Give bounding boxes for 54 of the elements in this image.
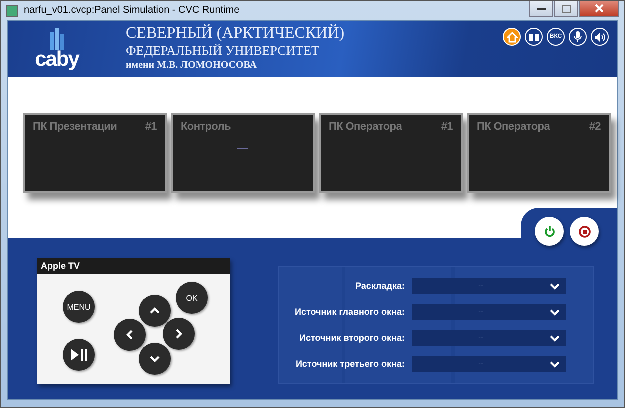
stop-icon bbox=[578, 226, 590, 238]
microphone-button[interactable] bbox=[569, 28, 587, 46]
display-name: Контроль bbox=[181, 121, 231, 133]
split-screen-icon bbox=[528, 32, 540, 42]
setting-label: Раскладка: bbox=[354, 281, 405, 291]
chevron-icon bbox=[124, 329, 136, 341]
minimize-icon bbox=[536, 6, 546, 10]
stop-button[interactable] bbox=[570, 217, 599, 246]
menu-button[interactable]: MENU bbox=[63, 291, 95, 323]
speaker-icon bbox=[594, 32, 606, 42]
power-button[interactable] bbox=[535, 217, 564, 246]
remote-title: Apple TV bbox=[37, 258, 230, 274]
speaker-button[interactable] bbox=[591, 28, 609, 46]
university-title: СЕВЕРНЫЙ (АРКТИЧЕСКИЙ) bbox=[126, 25, 345, 43]
display-number: #1 bbox=[145, 121, 157, 133]
minimize-button[interactable] bbox=[529, 1, 553, 17]
window-title: narfu_v01.cvcp:Panel Simulation - CVC Runtime bbox=[24, 5, 240, 16]
university-title: ФЕДЕРАЛЬНЫЙ УНИВЕРСИТЕТ bbox=[126, 43, 320, 59]
maximize-icon bbox=[562, 4, 570, 12]
chevron-icon bbox=[149, 353, 161, 365]
chevron-down-icon bbox=[550, 334, 560, 342]
display-tile[interactable]: ПК Оператора #2 bbox=[467, 113, 611, 193]
down-button[interactable] bbox=[139, 343, 171, 375]
display-number: #1 bbox=[441, 121, 453, 133]
display-tile[interactable]: ПК Оператора #1 bbox=[319, 113, 463, 193]
chevron-down-icon bbox=[550, 282, 560, 290]
chevron-down-icon bbox=[550, 308, 560, 316]
left-button[interactable] bbox=[114, 319, 146, 351]
close-button[interactable] bbox=[579, 1, 619, 17]
display-tile[interactable]: Контроль bbox=[171, 113, 315, 193]
chevron-icon bbox=[173, 328, 185, 340]
up-button[interactable] bbox=[139, 295, 171, 327]
setting-label: Источник третьего окна: bbox=[294, 359, 405, 369]
university-title: имени М.В. ЛОМОНОСОВА bbox=[126, 59, 258, 73]
display-name: ПК Оператора bbox=[477, 121, 550, 133]
microphone-icon bbox=[573, 31, 583, 43]
right-button[interactable] bbox=[163, 318, 195, 350]
power-icon bbox=[544, 226, 556, 238]
chevron-down-icon bbox=[550, 360, 560, 368]
logo-text: caby bbox=[35, 50, 79, 70]
home-button[interactable] bbox=[503, 28, 521, 46]
display-tile[interactable]: ПК Презентации #1 bbox=[23, 113, 167, 193]
close-icon bbox=[594, 4, 604, 13]
maximize-button[interactable] bbox=[554, 1, 578, 17]
display-name: ПК Оператора bbox=[329, 121, 402, 133]
play-pause-icon bbox=[71, 349, 87, 361]
presentation-button[interactable] bbox=[525, 28, 543, 46]
ok-button[interactable]: OK bbox=[176, 282, 208, 314]
app-icon bbox=[6, 4, 18, 16]
setting-label: Источник второго окна: bbox=[298, 333, 405, 343]
display-number: #2 bbox=[589, 121, 601, 133]
home-icon bbox=[506, 32, 518, 42]
setting-label: Источник главного окна: bbox=[294, 307, 405, 317]
display-name: ПК Презентации bbox=[33, 121, 118, 133]
